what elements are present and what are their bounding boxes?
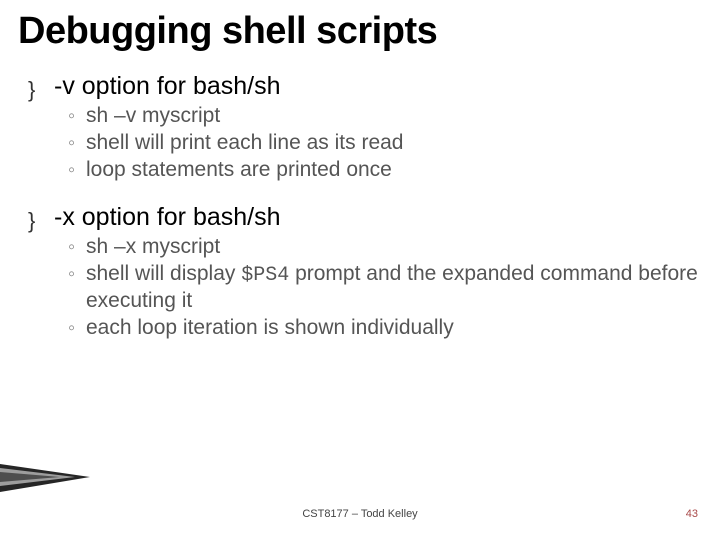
bullet-level2: ◦ sh –x myscript [68,234,702,261]
slide-body: Debugging shell scripts } -v option for … [0,0,720,342]
code-token: $PS4 [241,264,289,287]
sub-bullet-icon: ◦ [68,105,86,128]
sub-bullet-group: ◦ sh –v myscript ◦ shell will print each… [28,103,702,184]
sub-bullet-icon: ◦ [68,317,86,340]
bullet-text: -v option for bash/sh [54,71,281,101]
accent-graphic [0,464,90,492]
bullet-level2: ◦ sh –v myscript [68,103,702,130]
sub-bullet-text: loop statements are printed once [86,157,392,184]
bullet-level1: } -x option for bash/sh [28,202,702,232]
page-number: 43 [686,508,698,520]
bullet-level2: ◦ loop statements are printed once [68,157,702,184]
sub-bullet-icon: ◦ [68,159,86,182]
slide-content: } -v option for bash/sh ◦ sh –v myscript… [18,71,702,342]
footer-text: CST8177 – Todd Kelley [22,508,698,520]
sub-bullet-icon: ◦ [68,263,86,286]
bullet-icon: } [28,79,54,101]
sub-bullet-text: sh –v myscript [86,103,220,130]
sub-bullet-text: each loop iteration is shown individuall… [86,315,454,342]
bullet-level2: ◦ each loop iteration is shown individua… [68,315,702,342]
sub-bullet-text: shell will display $PS4 prompt and the e… [86,261,702,315]
bullet-level1: } -v option for bash/sh [28,71,702,101]
bullet-text: -x option for bash/sh [54,202,281,232]
slide-title: Debugging shell scripts [18,10,702,53]
slide-footer: CST8177 – Todd Kelley 43 [0,508,720,520]
sub-bullet-icon: ◦ [68,236,86,259]
sub-bullet-text: sh –x myscript [86,234,220,261]
sub-bullet-group: ◦ sh –x myscript ◦ shell will display $P… [28,234,702,342]
bullet-level2: ◦ shell will display $PS4 prompt and the… [68,261,702,315]
sub-bullet-icon: ◦ [68,132,86,155]
bullet-icon: } [28,210,54,232]
bullet-level2: ◦ shell will print each line as its read [68,130,702,157]
sub-bullet-text: shell will print each line as its read [86,130,403,157]
